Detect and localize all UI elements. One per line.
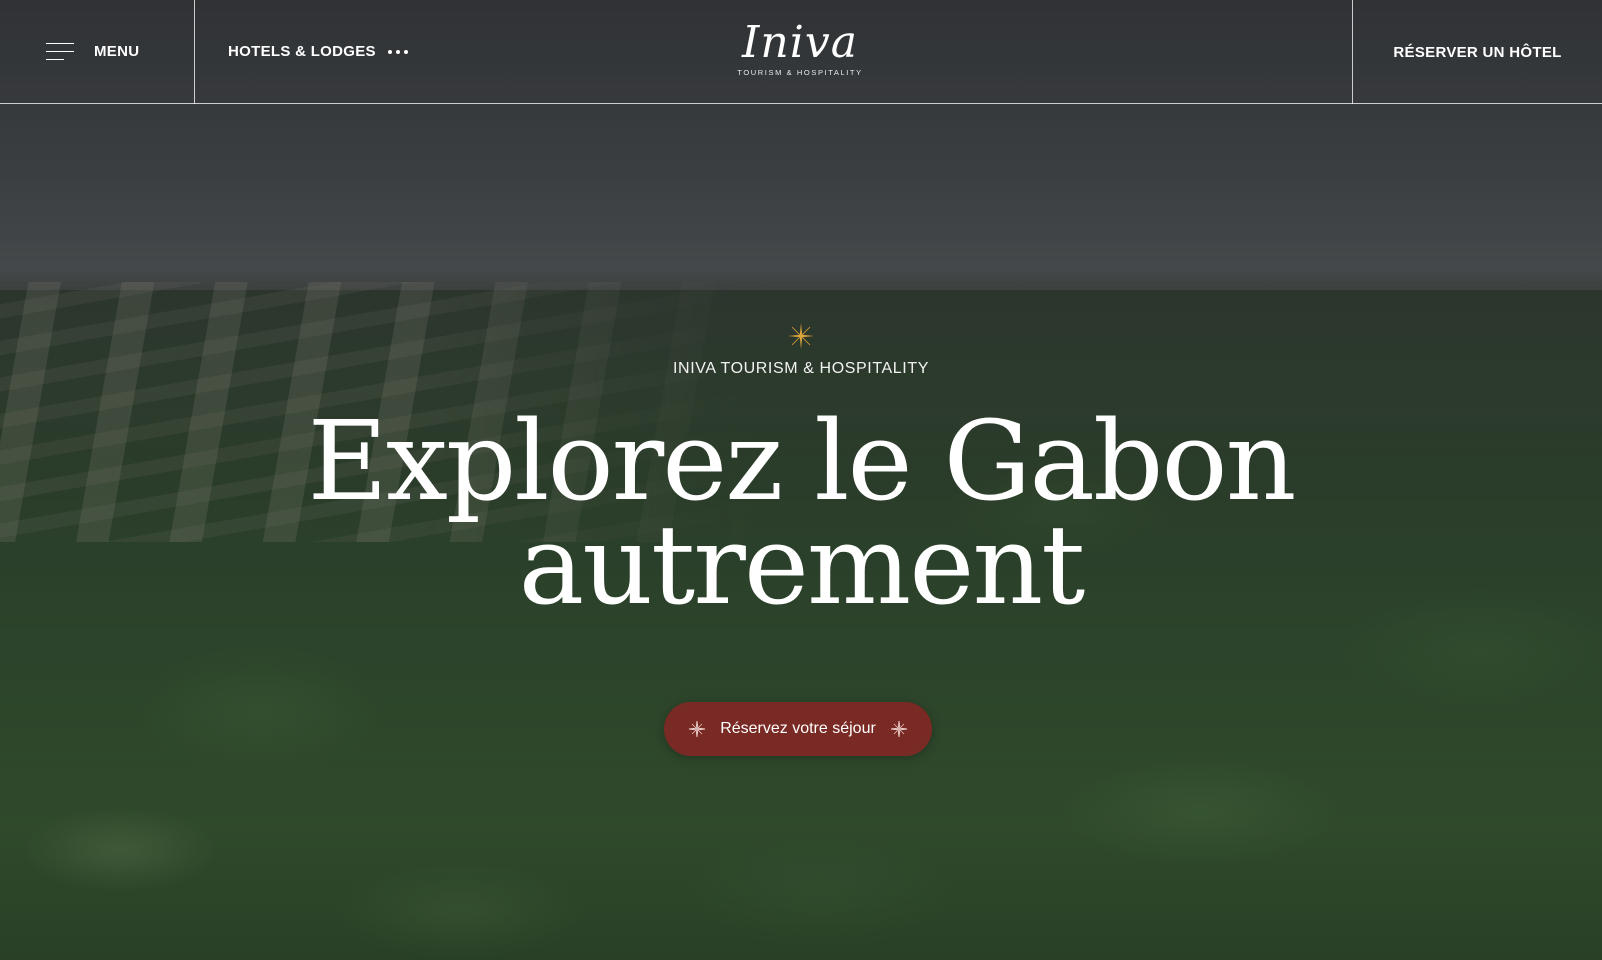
hamburger-icon <box>46 42 74 61</box>
sparkle-icon <box>788 323 814 349</box>
menu-button[interactable]: MENU <box>0 0 195 104</box>
menu-label: MENU <box>94 43 140 60</box>
logo-tagline: TOURISM & HOSPITALITY <box>737 68 863 77</box>
site-logo[interactable]: Iniva TOURISM & HOSPITALITY <box>734 16 866 86</box>
more-dots-icon <box>387 49 408 54</box>
hotels-lodges-link[interactable]: HOTELS & LODGES <box>228 43 408 60</box>
headline-line-1: Explorez le Gabon <box>307 397 1297 525</box>
headline-line-2: autrement <box>518 501 1086 629</box>
sparkle-icon <box>689 720 706 738</box>
book-hotel-button[interactable]: RÉSERVER UN HÔTEL <box>1352 0 1602 104</box>
book-stay-button[interactable]: Réservez votre séjour <box>664 702 932 756</box>
logo-wordmark: Iniva <box>742 17 858 68</box>
book-stay-label: Réservez votre séjour <box>720 720 876 737</box>
book-hotel-label: RÉSERVER UN HÔTEL <box>1393 43 1562 61</box>
hero-headline: Explorez le Gabon autrement <box>0 406 1602 620</box>
sparkle-icon <box>890 720 907 738</box>
site-header: MENU HOTELS & LODGES Iniva TOURISM & HOS… <box>0 0 1602 104</box>
hero-content: INIVA TOURISM & HOSPITALITY Explorez le … <box>0 322 1602 620</box>
hero-eyebrow: INIVA TOURISM & HOSPITALITY <box>673 360 929 377</box>
hotels-lodges-label: HOTELS & LODGES <box>228 43 376 60</box>
